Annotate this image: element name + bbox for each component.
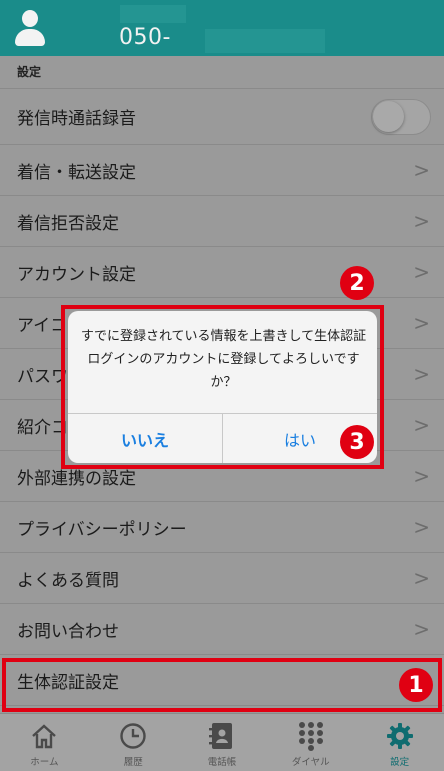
chevron-right-icon: > — [413, 311, 430, 335]
settings-row-contact[interactable]: お問い合わせ > — [0, 604, 444, 655]
tab-label: 履歴 — [123, 757, 143, 768]
chevron-right-icon: > — [413, 362, 430, 386]
tab-contacts[interactable]: 電話帳 — [178, 714, 267, 771]
chevron-right-icon: > — [413, 260, 430, 284]
tab-settings[interactable]: 設定 — [355, 714, 444, 771]
gear-icon — [385, 721, 415, 751]
call-recording-toggle[interactable] — [371, 98, 431, 135]
dialog-message: すでに登録されている情報を上書きして生体認証ログインのアカウントに登録してよろし… — [80, 329, 367, 390]
annotation-highlight-biometric — [2, 658, 442, 712]
tab-label: ホーム — [30, 757, 59, 768]
blurred-name — [120, 5, 186, 23]
blurred-number — [205, 29, 325, 53]
chevron-right-icon: > — [413, 209, 430, 233]
settings-row-label: 着信拒否設定 — [17, 213, 119, 234]
settings-row-label: 着信・転送設定 — [17, 162, 136, 183]
annotation-badge-2: 2 — [340, 266, 374, 300]
dialpad-icon — [296, 721, 326, 751]
tab-label: ダイヤル — [291, 757, 330, 768]
settings-row-label: お問い合わせ — [17, 621, 119, 642]
cancel-button[interactable]: いいえ — [68, 414, 223, 463]
settings-row-label: アイコ — [17, 315, 68, 336]
annotation-badge-1: 1 — [399, 668, 433, 702]
settings-row-privacy-policy[interactable]: プライバシーポリシー > — [0, 502, 444, 553]
tab-dialpad[interactable]: ダイヤル — [266, 714, 355, 771]
tab-home[interactable]: ホーム — [0, 714, 89, 771]
section-title: 設定 — [17, 65, 42, 79]
chevron-right-icon: > — [413, 464, 430, 488]
chevron-right-icon: > — [413, 158, 430, 182]
settings-row-label: プライバシーポリシー — [17, 519, 187, 540]
app-header: 050- — [0, 0, 444, 56]
chevron-right-icon: > — [413, 413, 430, 437]
confirm-dialog: すでに登録されている情報を上書きして生体認証ログインのアカウントに登録してよろし… — [68, 311, 377, 463]
chevron-right-icon: > — [413, 566, 430, 590]
settings-row-call-recording: 発信時通話録音 — [0, 88, 444, 145]
settings-row-forwarding[interactable]: 着信・転送設定 > — [0, 145, 444, 196]
tab-label: 電話帳 — [207, 757, 237, 768]
avatar-icon[interactable] — [14, 10, 46, 48]
phone-number: 050- — [119, 25, 171, 50]
settings-row-call-block[interactable]: 着信拒否設定 > — [0, 196, 444, 247]
settings-row-label: よくある質問 — [17, 570, 119, 591]
tab-bar: ホーム 履歴 電話帳 ダイヤル 設定 — [0, 713, 444, 771]
annotation-badge-3: 3 — [340, 425, 374, 459]
dialog-actions: いいえ はい — [68, 413, 377, 463]
clock-icon — [118, 721, 148, 751]
home-icon — [29, 721, 59, 751]
settings-row-label: アカウント設定 — [17, 264, 136, 285]
tab-history[interactable]: 履歴 — [89, 714, 178, 771]
chevron-right-icon: > — [413, 515, 430, 539]
settings-row-account[interactable]: アカウント設定 > — [0, 247, 444, 298]
settings-row-label: 発信時通話録音 — [17, 109, 136, 129]
tab-label: 設定 — [390, 757, 410, 768]
chevron-right-icon: > — [413, 617, 430, 641]
settings-row-faq[interactable]: よくある質問 > — [0, 553, 444, 604]
contacts-book-icon — [207, 721, 237, 751]
